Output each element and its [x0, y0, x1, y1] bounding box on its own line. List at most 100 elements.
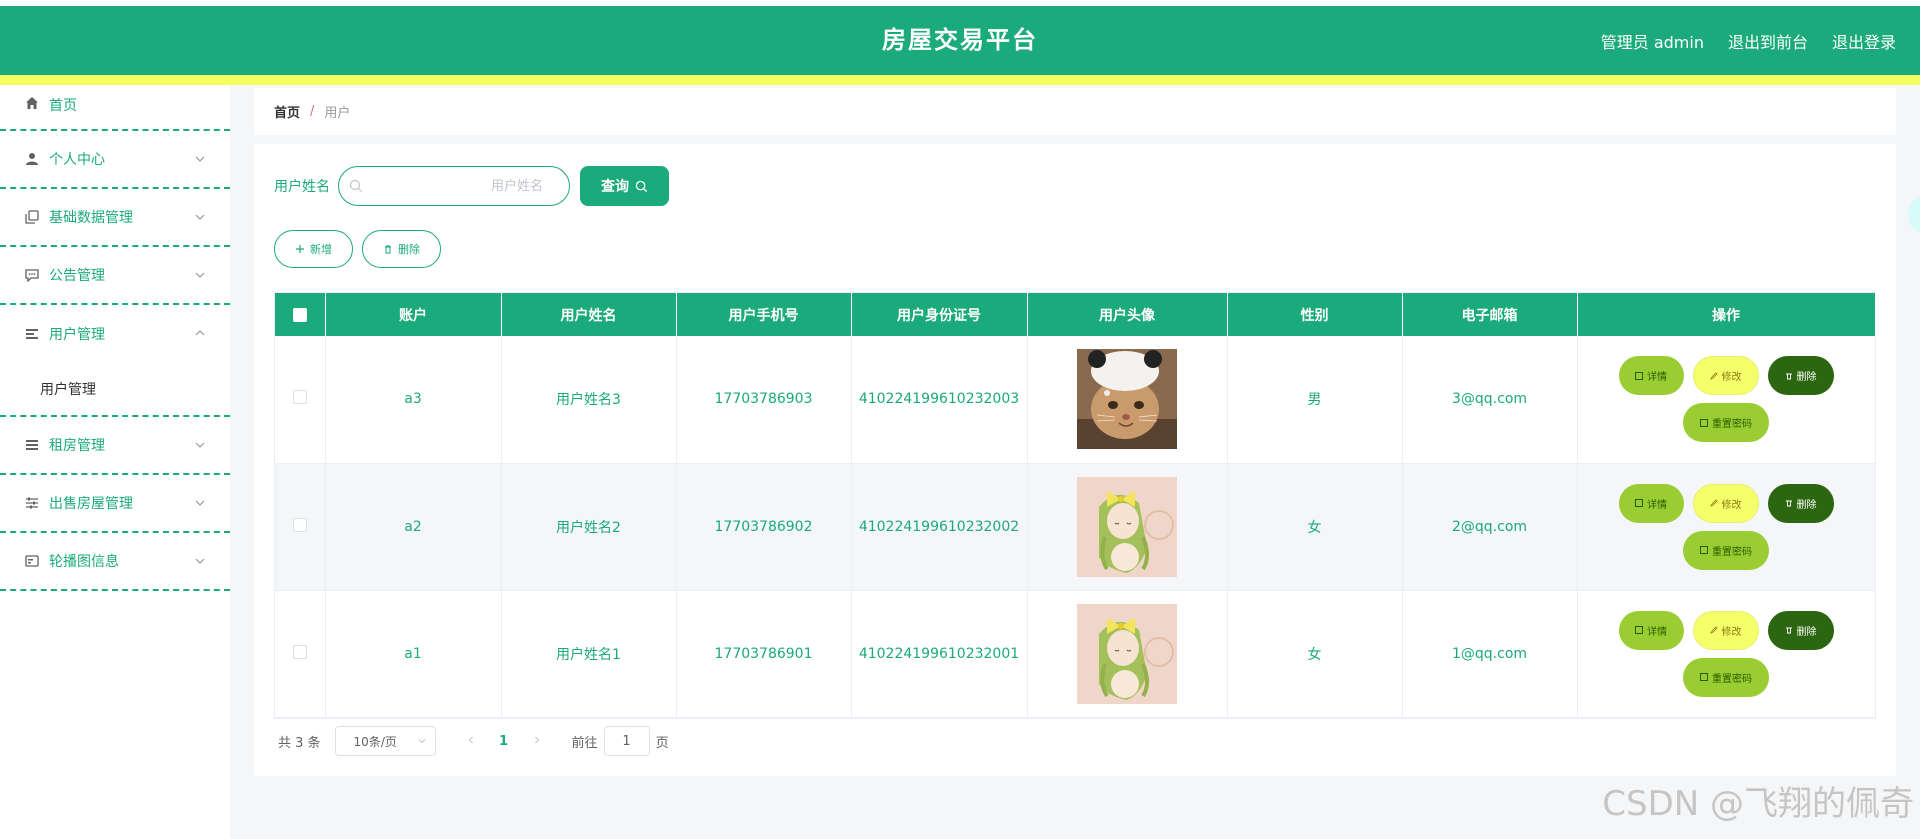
batch-delete-button[interactable]: 删除 — [362, 230, 441, 268]
phone-cell: 17703786901 — [676, 590, 852, 718]
delete-button[interactable]: 删除 — [1767, 610, 1834, 650]
sidebar-subitem-user-management[interactable]: 用户管理 — [0, 363, 230, 415]
reset-password-label: 重置密码 — [1712, 546, 1752, 558]
page-number-current[interactable]: 1 — [486, 734, 522, 749]
edit-button[interactable]: 修改 — [1692, 356, 1759, 396]
name-cell: 用户姓名3 — [501, 336, 677, 464]
idcard-cell: 410224199610232002 — [851, 463, 1028, 591]
chevron-down-icon — [195, 558, 205, 564]
document-icon — [1700, 673, 1708, 681]
reset-password-button[interactable]: 重置密码 — [1683, 530, 1769, 570]
reset-password-button[interactable]: 重置密码 — [1683, 657, 1769, 697]
detail-button[interactable]: 详情 — [1618, 483, 1684, 523]
sidebar-item-user-management[interactable]: 用户管理 — [0, 305, 230, 363]
chevron-down-icon — [195, 156, 205, 162]
sidebar-item-label: 基础数据管理 — [49, 210, 133, 226]
row-checkbox[interactable] — [292, 390, 307, 405]
user-table: 账户 用户姓名 用户手机号 用户身份证号 用户头像 性别 电子邮箱 操作 a3 … — [274, 292, 1876, 719]
sidebar-item-base-data[interactable]: 基础数据管理 — [0, 189, 230, 247]
sidebar-item-home[interactable]: 首页 — [0, 85, 230, 131]
exit-to-front-link[interactable]: 退出到前台 — [1728, 29, 1808, 53]
reset-password-button[interactable]: 重置密码 — [1683, 403, 1769, 443]
search-icon — [349, 179, 362, 192]
detail-button[interactable]: 详情 — [1618, 356, 1684, 396]
trash-icon — [385, 245, 391, 254]
column-header: 用户手机号 — [676, 293, 852, 336]
avatar-cell — [1027, 336, 1228, 464]
delete-button-label: 删除 — [1796, 372, 1817, 384]
goto-suffix: 页 — [655, 735, 669, 751]
document-icon — [1700, 418, 1708, 427]
search-button[interactable]: 查询 — [580, 166, 669, 206]
search-input[interactable] — [369, 167, 559, 205]
document-icon — [1700, 546, 1708, 554]
page-size-select[interactable]: 10条/页 — [334, 726, 436, 756]
logout-link[interactable]: 退出登录 — [1832, 29, 1896, 53]
phone-cell: 17703786903 — [676, 336, 852, 464]
operations-cell: 详情 修改 删除 重置密码 — [1577, 336, 1876, 464]
anime-avatar-image — [1077, 603, 1177, 704]
detail-button-label: 详情 — [1647, 626, 1667, 638]
header-user-area: 管理员 admin 退出到前台 退出登录 — [1601, 6, 1896, 75]
row-checkbox[interactable] — [292, 517, 307, 532]
sidebar-item-personal-center[interactable]: 个人中心 — [0, 131, 230, 189]
sidebar: 首页 个人中心 基础数据管理 公告管理 用户管理 用户管理 租房管理 出售房屋管… — [0, 85, 230, 839]
chevron-up-icon — [195, 330, 205, 336]
goto-label: 前往 — [571, 735, 598, 751]
breadcrumb: 首页 / 用户 — [254, 88, 1896, 135]
pencil-icon — [1709, 372, 1718, 380]
batch-delete-label: 删除 — [398, 243, 420, 256]
delete-button[interactable]: 删除 — [1767, 356, 1834, 396]
edit-button[interactable]: 修改 — [1692, 483, 1759, 523]
delete-button-label: 删除 — [1796, 499, 1817, 511]
sidebar-item-carousel[interactable]: 轮播图信息 — [0, 533, 230, 591]
watermark: CSDN @飞翔的佩奇 — [1602, 784, 1914, 824]
pagination-total: 共 3 条 — [278, 735, 321, 751]
search-button-label: 查询 — [601, 179, 629, 195]
header-accent-bar — [0, 75, 1920, 85]
app-header: 房屋交易平台 管理员 admin 退出到前台 退出登录 — [0, 6, 1920, 75]
reset-password-label: 重置密码 — [1712, 419, 1752, 431]
table-row: a3 用户姓名3 17703786903 410224199610232003 — [275, 336, 1876, 464]
delete-button-label: 删除 — [1796, 626, 1817, 638]
list-icon — [24, 326, 40, 342]
avatar-cell — [1027, 463, 1228, 591]
prev-page-button[interactable] — [456, 734, 486, 749]
chevron-left-icon — [468, 736, 473, 743]
next-page-button[interactable] — [522, 734, 552, 749]
idcard-cell: 410224199610232001 — [851, 590, 1028, 718]
email-cell: 2@qq.com — [1402, 463, 1578, 591]
detail-button-label: 详情 — [1647, 499, 1667, 511]
delete-button[interactable]: 删除 — [1767, 483, 1834, 523]
sidebar-item-notices[interactable]: 公告管理 — [0, 247, 230, 305]
chevron-down-icon — [195, 214, 205, 220]
breadcrumb-home[interactable]: 首页 — [274, 102, 300, 121]
add-button[interactable]: 新增 — [274, 230, 353, 268]
avatar-cell — [1027, 590, 1228, 718]
goto-page-input[interactable] — [603, 726, 650, 756]
pencil-icon — [1709, 626, 1718, 634]
sidebar-item-rental[interactable]: 租房管理 — [0, 417, 230, 475]
sidebar-item-house-sale[interactable]: 出售房屋管理 — [0, 475, 230, 533]
home-icon — [24, 95, 40, 111]
column-header: 性别 — [1227, 293, 1403, 336]
operations-cell: 详情 修改 删除 重置密码 — [1577, 463, 1876, 591]
detail-button-label: 详情 — [1647, 372, 1667, 384]
select-all-checkbox[interactable] — [292, 307, 307, 322]
floating-edge-button[interactable] — [1908, 195, 1920, 235]
add-button-label: 新增 — [310, 243, 332, 256]
search-icon — [635, 180, 648, 192]
row-select-cell — [275, 336, 326, 464]
menu-icon — [24, 437, 40, 453]
search-label: 用户姓名 — [274, 179, 330, 195]
main-content: 用户姓名 查询 新增 删除 账户 — [254, 144, 1896, 776]
document-icon — [1635, 371, 1643, 380]
row-checkbox[interactable] — [292, 644, 307, 659]
column-header: 账户 — [325, 293, 502, 336]
detail-button[interactable]: 详情 — [1618, 610, 1684, 650]
trash-icon — [1785, 500, 1792, 507]
edit-button[interactable]: 修改 — [1692, 610, 1759, 650]
chevron-down-icon — [418, 739, 425, 744]
trash-icon — [1785, 627, 1792, 634]
chevron-down-icon — [195, 272, 205, 278]
